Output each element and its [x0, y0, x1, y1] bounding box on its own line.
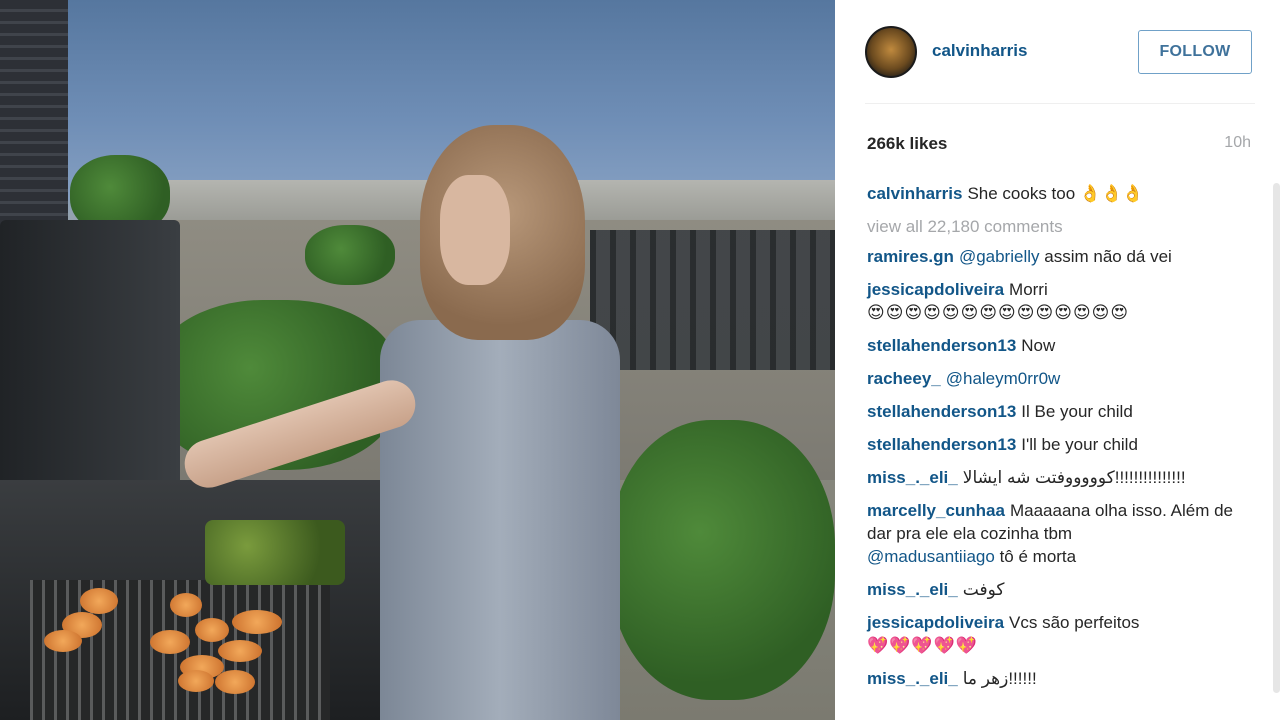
- comment-user[interactable]: ramires.gn: [867, 247, 954, 266]
- caption-user[interactable]: calvinharris: [867, 184, 962, 203]
- comments-scrollbar[interactable]: [1273, 183, 1280, 693]
- comment-user[interactable]: jessicapdoliveira: [867, 280, 1004, 299]
- comment-mention[interactable]: @gabrielly: [959, 247, 1040, 266]
- sweet-potato: [170, 593, 202, 617]
- post-time[interactable]: 10h: [1224, 134, 1251, 152]
- view-all-comments-link[interactable]: view all 22,180 comments: [867, 217, 1247, 237]
- divider: [865, 103, 1255, 104]
- vegetables: [205, 520, 345, 585]
- list-item: marcelly_cunhaa Maaaaana olha isso. Além …: [867, 499, 1247, 568]
- comment-text: زهر ما!!!!!!: [962, 669, 1037, 688]
- sweet-potato: [80, 588, 118, 614]
- list-item: ramires.gn @gabrielly assim não dá vei: [867, 245, 1247, 268]
- window-shutter: [0, 0, 68, 250]
- caption-text: She cooks too 👌👌👌: [967, 184, 1144, 203]
- comment-text: Now: [1021, 336, 1056, 355]
- list-item: miss_._eli_ كوفت: [867, 578, 1247, 601]
- post-header: calvinharris FOLLOW: [865, 24, 1255, 80]
- sweet-potato: [178, 670, 214, 692]
- comment-mention[interactable]: @haleym0rr0w: [946, 369, 1061, 388]
- face: [440, 175, 510, 285]
- comment-emoji: 💖💖💖💖💖: [867, 636, 978, 655]
- comment-user[interactable]: miss_._eli_: [867, 468, 958, 487]
- comment-user[interactable]: marcelly_cunhaa: [867, 501, 1005, 520]
- sweater: [380, 320, 620, 720]
- likes-count[interactable]: 266k likes: [867, 134, 947, 154]
- list-item: stellahenderson13 I'll be your child: [867, 433, 1247, 456]
- sweet-potato: [44, 630, 82, 652]
- sweet-potato: [232, 610, 282, 634]
- comment-text: assim não dá vei: [1044, 247, 1172, 266]
- comment-text: كوووووفتت شه ايشالا!!!!!!!!!!!!!!!: [962, 468, 1186, 487]
- comment-text: كوفت: [962, 580, 1005, 599]
- list-item: jessicapdoliveira Vcs são perfeitos 💖💖💖💖💖: [867, 611, 1247, 657]
- comment-mention[interactable]: @madusantiiago: [867, 547, 995, 566]
- comment-text: Vcs são perfeitos: [1009, 613, 1140, 632]
- list-item: stellahenderson13 Il Be your child: [867, 400, 1247, 423]
- list-item: miss_._eli_ كوووووفتت شه ايشالا!!!!!!!!!!…: [867, 466, 1247, 489]
- sweet-potato: [195, 618, 229, 642]
- comment-user[interactable]: racheey_: [867, 369, 941, 388]
- caption: calvinharris She cooks too 👌👌👌: [867, 182, 1247, 205]
- comment-user[interactable]: jessicapdoliveira: [867, 613, 1004, 632]
- post-photo: [0, 0, 835, 720]
- header-username[interactable]: calvinharris: [932, 41, 1027, 61]
- post-sidebar: calvinharris FOLLOW 266k likes 10h calvi…: [835, 0, 1284, 720]
- comment-emoji: 😍😍😍😍😍😍😍😍😍😍😍😍😍😍: [867, 303, 1130, 322]
- avatar[interactable]: [865, 26, 917, 78]
- list-item: stellahenderson13 Now: [867, 334, 1247, 357]
- comment-user[interactable]: miss_._eli_: [867, 580, 958, 599]
- list-item: miss_._eli_ زهر ما!!!!!!: [867, 667, 1247, 690]
- comment-text: I'll be your child: [1021, 435, 1138, 454]
- person: [178, 120, 630, 720]
- bush: [610, 420, 835, 700]
- comment-user[interactable]: miss_._eli_: [867, 669, 958, 688]
- list-item: racheey_ @haleym0rr0w: [867, 367, 1247, 390]
- sweet-potato: [218, 640, 262, 662]
- comment-user[interactable]: stellahenderson13: [867, 435, 1016, 454]
- comment-user[interactable]: stellahenderson13: [867, 336, 1016, 355]
- sweet-potato: [215, 670, 255, 694]
- comments-list: calvinharris She cooks too 👌👌👌 view all 2…: [867, 182, 1247, 700]
- comment-user[interactable]: stellahenderson13: [867, 402, 1016, 421]
- follow-button[interactable]: FOLLOW: [1138, 30, 1252, 74]
- comment-text: Morri: [1009, 280, 1048, 299]
- sweet-potato: [150, 630, 190, 654]
- comment-text: Il Be your child: [1021, 402, 1133, 421]
- comment-text-continued: tô é morta: [999, 547, 1077, 566]
- list-item: jessicapdoliveira Morri 😍😍😍😍😍😍😍😍😍😍😍😍😍😍: [867, 278, 1247, 324]
